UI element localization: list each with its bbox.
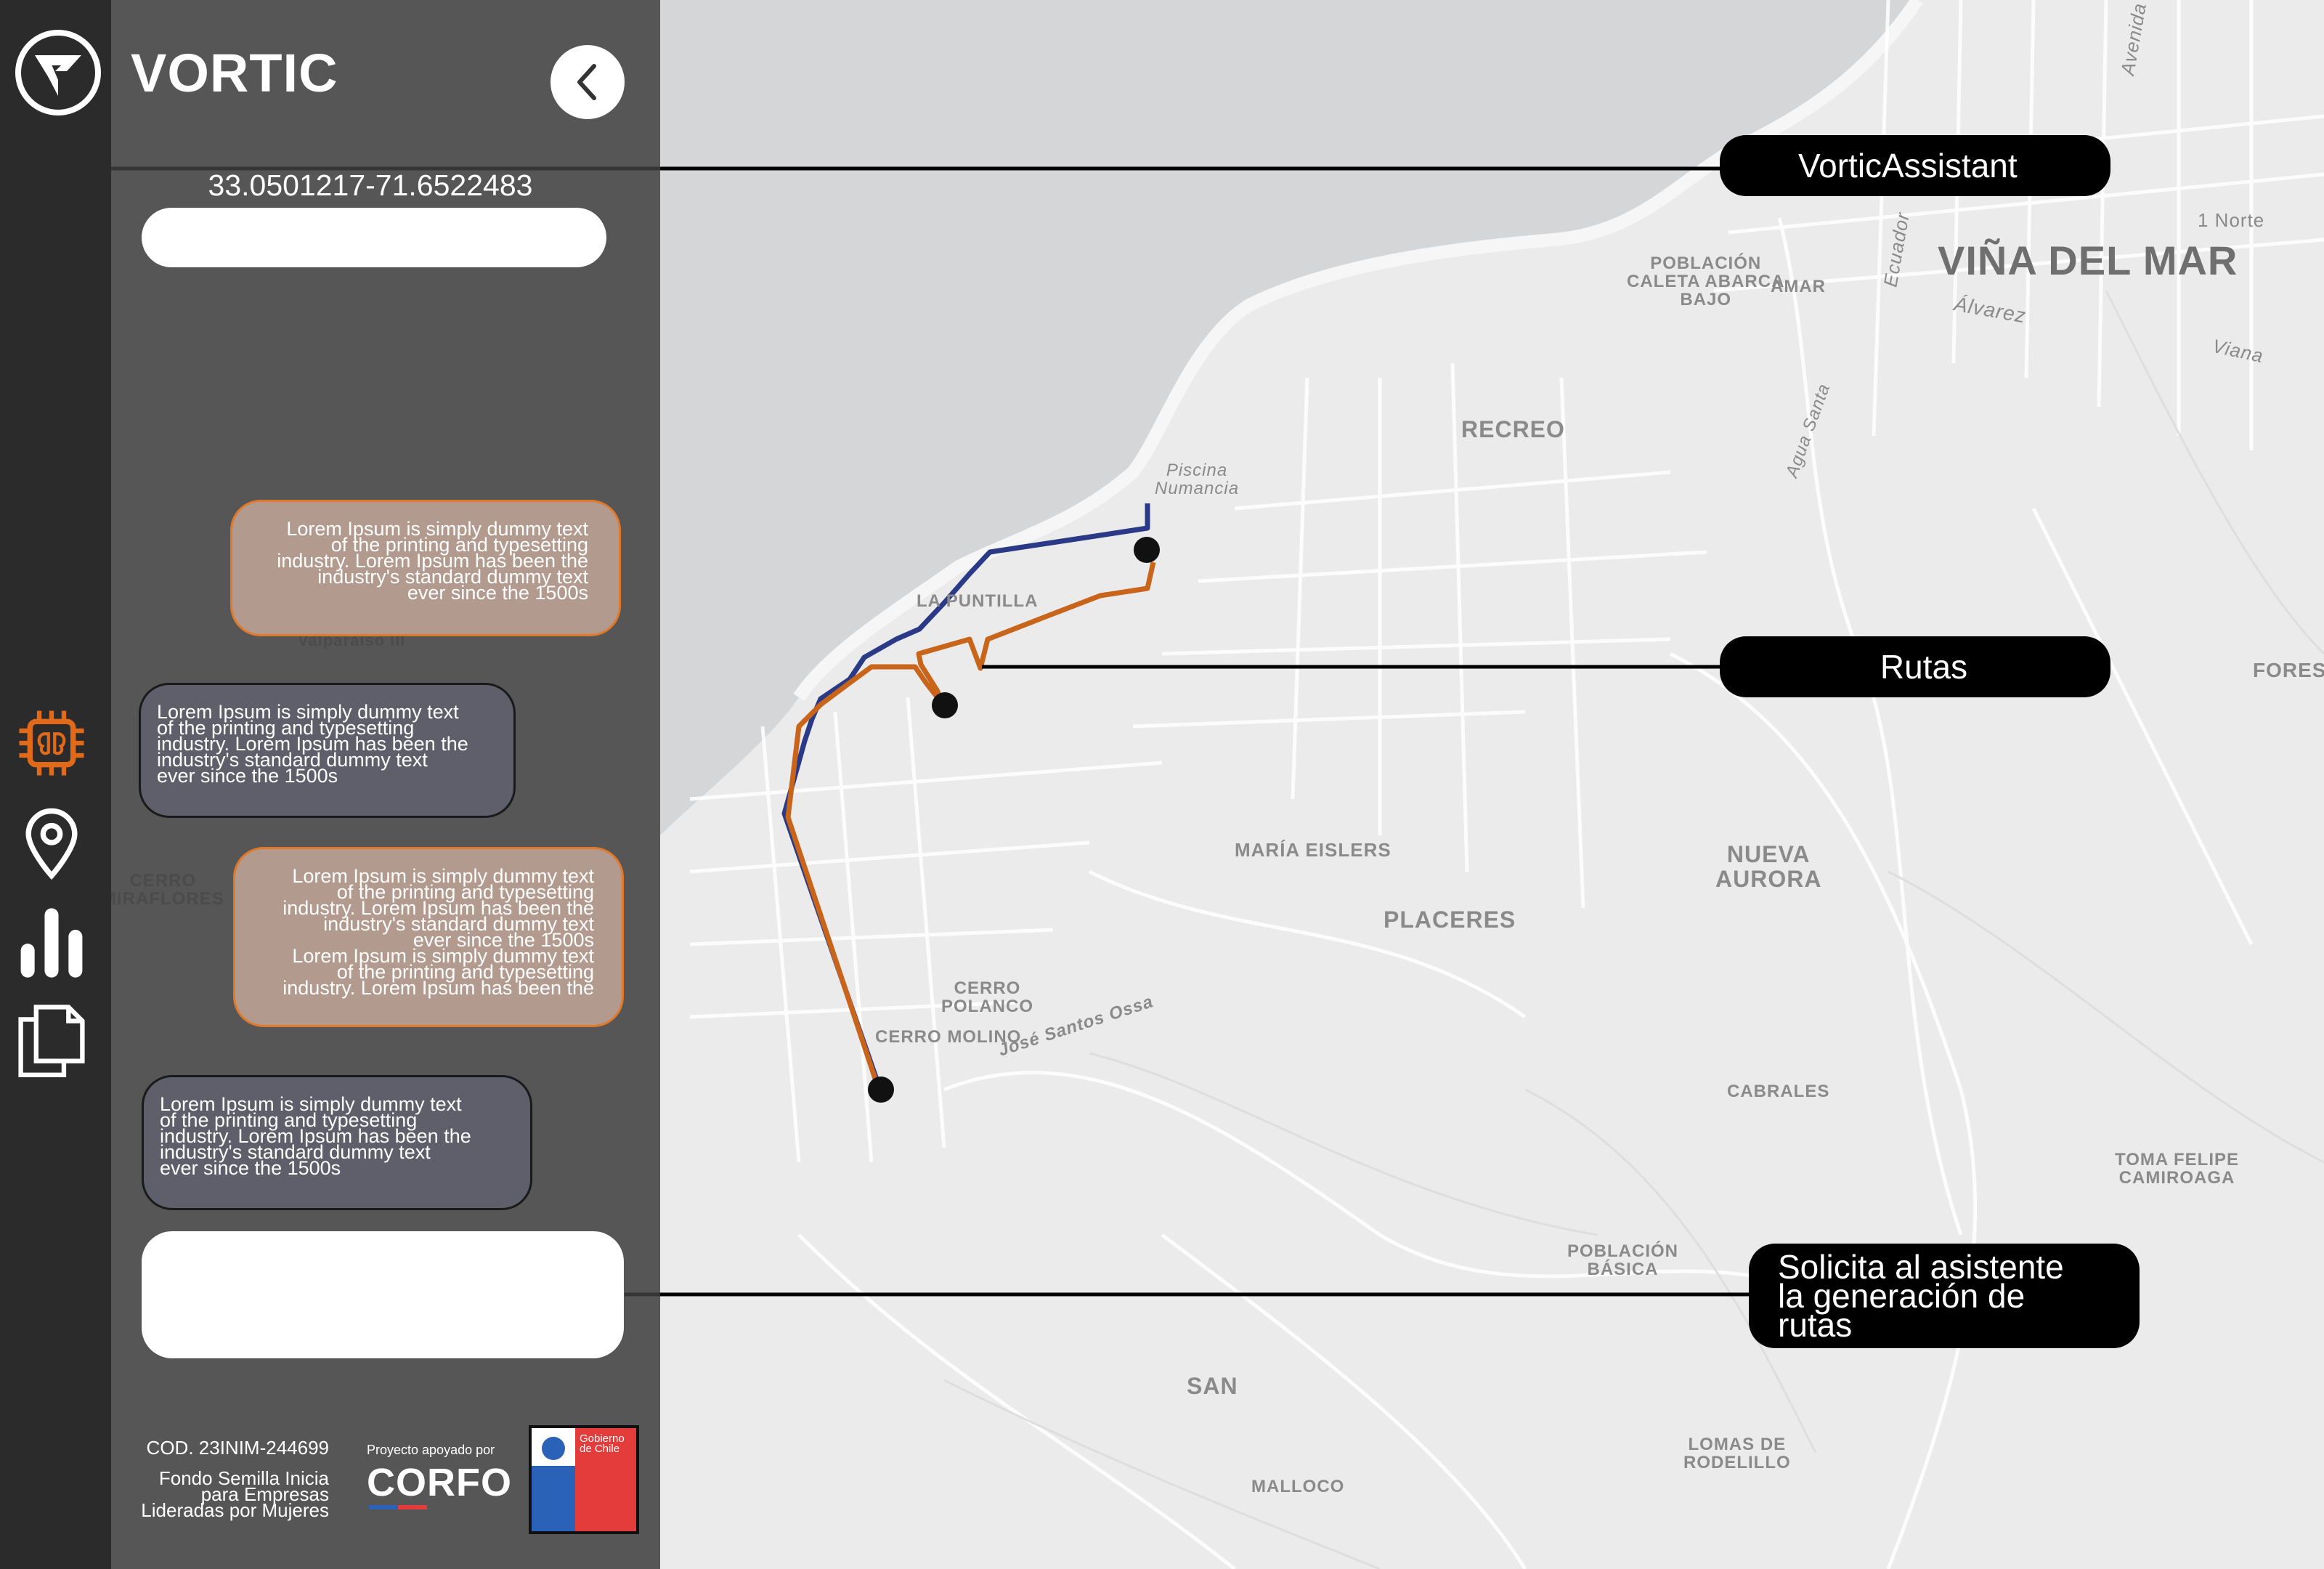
gobierno-text: Gobierno de Chile xyxy=(580,1432,625,1455)
map-label-toma-felipe: TOMA FELIPE CAMIROAGA xyxy=(2115,1150,2240,1188)
assistant-message: Lorem Ipsum is simply dummy text of the … xyxy=(233,847,624,1027)
location-pin-icon[interactable] xyxy=(13,805,90,882)
callout-routes: Rutas xyxy=(1720,636,2110,697)
map-label-malloco: MALLOCO xyxy=(1251,1477,1345,1496)
fund-text: Fondo Semilla Inicia para Empresas Lider… xyxy=(141,1467,329,1521)
map-label-1-norte: 1 Norte xyxy=(2198,209,2265,231)
map-label-placeres: PLACERES xyxy=(1384,907,1516,933)
map-label-caleta-abarca: POBLACIÓN CALETA ABARCA BAJO xyxy=(1627,254,1785,310)
bar-chart-icon[interactable] xyxy=(13,904,90,981)
project-code: COD. 23INIM-244699 xyxy=(146,1437,329,1459)
message-input[interactable] xyxy=(142,1231,624,1358)
corfo-logo-underline xyxy=(369,1505,427,1509)
location-input[interactable] xyxy=(142,208,606,267)
map-label-fores: FORES xyxy=(2253,659,2324,681)
map-label-cerro-polanco: CERRO POLANCO xyxy=(941,978,1033,1017)
map-label-piscina: Piscina Numancia xyxy=(1155,461,1240,499)
gobierno-de-chile-logo: Gobierno de Chile xyxy=(529,1425,639,1534)
vortic-logo-icon[interactable] xyxy=(15,29,102,116)
brand-title: VORTIC xyxy=(131,43,338,103)
map-label-vina-del-mar: VIÑA DEL MAR xyxy=(1938,238,2238,283)
corfo-logo: CORFO xyxy=(367,1461,512,1504)
chevron-left-icon xyxy=(577,64,596,100)
callout-request-routes: Solicita al asistente la generación de r… xyxy=(1749,1244,2140,1348)
map-label-maria-eislers: MARÍA EISLERS xyxy=(1235,839,1391,861)
coordinates-text: 33.0501217-71.6522483 xyxy=(208,169,533,202)
map-label-la-puntilla: LA PUNTILLA xyxy=(917,591,1039,611)
map-label-cabrales: CABRALES xyxy=(1727,1082,1830,1101)
map-label-amar: AMAR xyxy=(1771,277,1826,296)
route-start-marker xyxy=(1134,537,1160,563)
route-end-marker xyxy=(868,1077,894,1103)
map-label-lomas-de-rodelillo: LOMAS DE RODELILLO xyxy=(1683,1435,1791,1473)
support-label: Proyecto apoyado por xyxy=(367,1443,495,1457)
user-message: Lorem Ipsum is simply dummy text of the … xyxy=(142,1075,532,1210)
callout-vortic-assistant: VorticAssistant xyxy=(1720,135,2110,196)
back-button[interactable] xyxy=(550,45,625,119)
map-label-san: SAN xyxy=(1187,1373,1238,1399)
map-label-nueva-aurora: NUEVA AURORA xyxy=(1715,841,1822,892)
map-label-poblacion-basica: POBLACIÓN BÁSICA xyxy=(1567,1241,1678,1280)
user-message: Lorem Ipsum is simply dummy text of the … xyxy=(139,683,516,818)
documents-icon[interactable] xyxy=(13,1001,90,1078)
ai-chip-icon[interactable] xyxy=(13,705,90,782)
map-label-recreo: RECREO xyxy=(1461,416,1565,442)
assistant-message: Lorem Ipsum is simply dummy text of the … xyxy=(230,500,621,636)
route-mid-marker xyxy=(932,692,958,718)
icon-rail xyxy=(0,0,111,1569)
